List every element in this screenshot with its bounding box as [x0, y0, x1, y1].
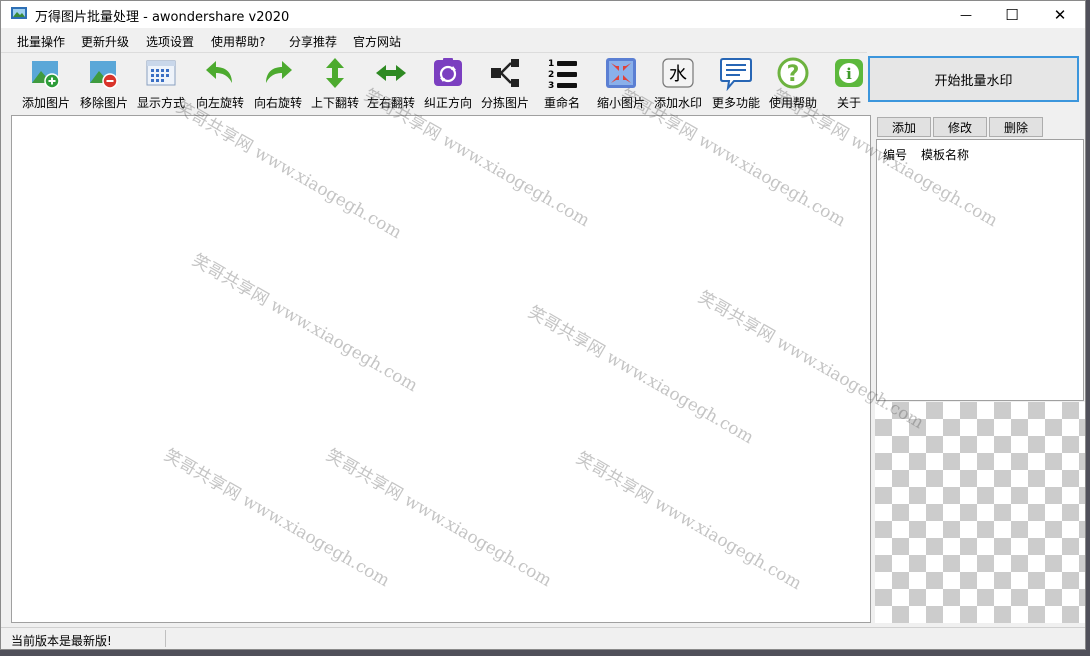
flip-horizontal-button[interactable]: 左右翻转 — [363, 55, 419, 113]
about-button[interactable]: i 关于 — [827, 55, 871, 113]
column-header-number[interactable]: 编号 — [883, 146, 907, 163]
svg-text:2: 2 — [548, 70, 554, 80]
add-image-icon — [32, 61, 60, 89]
svg-text:i: i — [846, 65, 852, 83]
menu-batch-ops[interactable]: 批量操作 — [17, 33, 65, 50]
delete-template-button[interactable]: 删除 — [989, 117, 1043, 137]
app-icon — [11, 7, 27, 19]
flip-vertical-icon — [326, 58, 344, 88]
more-features-icon — [720, 58, 752, 91]
status-bar: 当前版本是最新版! — [1, 627, 1085, 649]
flip-vertical-button[interactable]: 上下翻转 — [307, 55, 363, 113]
display-mode-button[interactable]: 显示方式 — [133, 55, 189, 113]
menu-update[interactable]: 更新升级 — [81, 33, 129, 50]
watermark-preview — [875, 402, 1085, 623]
menu-share[interactable]: 分享推荐 — [289, 33, 337, 50]
maximize-button[interactable]: ☐ — [989, 1, 1035, 28]
status-divider — [165, 630, 166, 647]
add-watermark-icon: 水 — [662, 58, 694, 88]
add-image-button[interactable]: 添加图片 — [17, 55, 75, 113]
sort-images-button[interactable]: 分拣图片 — [477, 55, 533, 113]
template-list[interactable]: 编号 模板名称 — [876, 139, 1084, 401]
close-icon: ✕ — [1053, 5, 1067, 24]
add-watermark-button[interactable]: 水 添加水印 — [649, 55, 707, 113]
rename-button[interactable]: 1 2 3 重命名 — [533, 55, 591, 113]
menu-website[interactable]: 官方网站 — [353, 33, 401, 50]
image-list-area[interactable] — [11, 115, 871, 623]
minimize-button[interactable]: — — [943, 1, 989, 28]
remove-image-icon — [90, 61, 118, 89]
shrink-image-button[interactable]: 缩小图片 — [593, 55, 649, 113]
shrink-image-icon — [606, 58, 636, 88]
app-window: 万得图片批量处理 - awondershare v2020 — ☐ ✕ 批量操作… — [0, 0, 1086, 650]
correct-orientation-icon — [434, 58, 462, 86]
svg-text:3: 3 — [548, 81, 554, 91]
menu-options[interactable]: 选项设置 — [146, 33, 194, 50]
window-title: 万得图片批量处理 - awondershare v2020 — [35, 10, 290, 25]
rotate-right-icon — [266, 61, 292, 83]
help-icon: ? — [777, 57, 809, 89]
flip-horizontal-icon — [376, 65, 406, 81]
minimize-icon: — — [960, 7, 972, 22]
rename-icon: 1 2 3 — [548, 59, 577, 91]
grid-view-icon — [146, 60, 176, 86]
start-batch-watermark-button[interactable]: 开始批量水印 — [868, 56, 1079, 102]
add-template-button[interactable]: 添加 — [877, 117, 931, 137]
correct-orientation-button[interactable]: 纠正方向 — [419, 55, 477, 113]
maximize-icon: ☐ — [1005, 5, 1019, 24]
edit-template-button[interactable]: 修改 — [933, 117, 987, 137]
rotate-left-icon — [206, 61, 232, 83]
menu-bar: 批量操作 更新升级 选项设置 使用帮助? 分享推荐 官方网站 — [1, 28, 1085, 52]
svg-text:?: ? — [787, 62, 800, 87]
help-button[interactable]: ? 使用帮助 — [765, 55, 821, 113]
sort-images-icon — [491, 59, 519, 87]
template-panel: 添加 修改 删除 编号 模板名称 — [875, 115, 1085, 401]
menu-help[interactable]: 使用帮助? — [211, 33, 265, 50]
rotate-left-button[interactable]: 向左旋转 — [191, 55, 249, 113]
rotate-right-button[interactable]: 向右旋转 — [249, 55, 307, 113]
remove-image-button[interactable]: 移除图片 — [75, 55, 133, 113]
more-features-button[interactable]: 更多功能 — [707, 55, 765, 113]
toolbar: 添加图片 移除图片 显示方式 向左旋转 向右旋转 上下翻转 左右翻转 纠正方向 … — [1, 52, 867, 112]
close-button[interactable]: ✕ — [1037, 1, 1083, 28]
title-bar[interactable]: 万得图片批量处理 - awondershare v2020 — ☐ ✕ — [1, 1, 1085, 28]
status-text: 当前版本是最新版! — [11, 634, 112, 648]
about-icon: i — [835, 59, 863, 87]
svg-text:水: 水 — [669, 64, 687, 85]
svg-text:1: 1 — [548, 59, 554, 69]
column-header-template-name[interactable]: 模板名称 — [921, 146, 969, 163]
